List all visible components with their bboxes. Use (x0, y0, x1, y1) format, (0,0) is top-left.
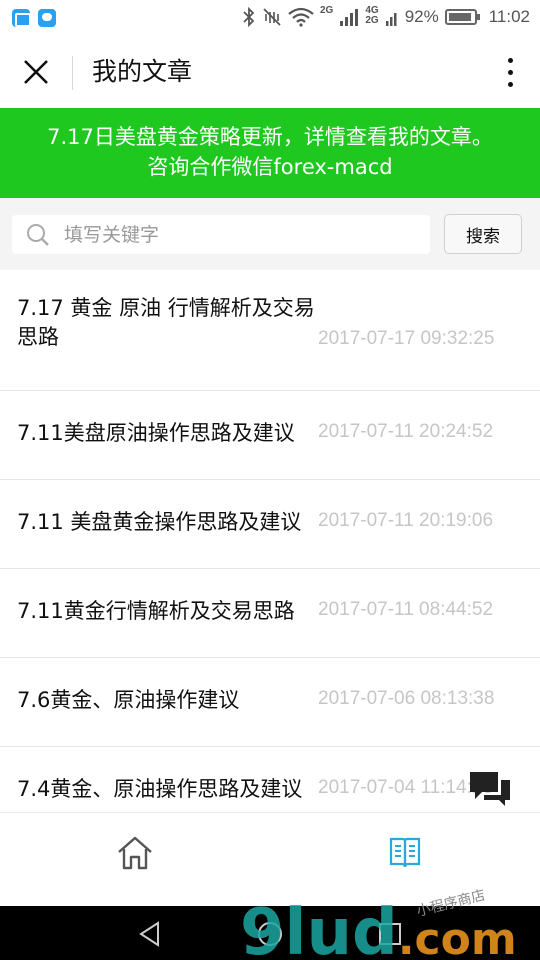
article-title: 7.4黄金、原油操作思路及建议 (17, 777, 303, 801)
article-title: 7.11黄金行情解析及交易思路 (17, 599, 295, 623)
article-title: 7.17 黄金 原油 行情解析及交易思路 (17, 296, 315, 349)
tab-my-articles[interactable] (385, 833, 425, 873)
page-title: 我的文章 (92, 57, 193, 86)
network-type-label: 2G (365, 15, 379, 26)
home-circle-icon[interactable] (256, 920, 284, 948)
home-icon (118, 836, 152, 870)
more-dot-icon (507, 81, 513, 87)
gallery-icon (12, 9, 31, 27)
article-row[interactable]: 7.6黄金、原油操作建议 2017-07-06 08:13:38 (0, 658, 540, 747)
search-input[interactable] (64, 215, 424, 254)
article-date: 2017-07-11 08:44:52 (318, 599, 494, 620)
article-title: 7.6黄金、原油操作建议 (17, 688, 240, 712)
more-dot-icon (507, 69, 513, 75)
battery-percent: 92% (404, 7, 439, 26)
article-book-icon (389, 837, 421, 868)
vibrate-off-icon (262, 6, 282, 28)
article-date: 2017-07-11 20:24:52 (318, 421, 494, 442)
more-dot-icon (507, 57, 513, 63)
customer-service-button[interactable] (468, 770, 512, 810)
article-date: 2017-07-06 08:13:38 (318, 688, 495, 709)
system-navigation-bar (0, 906, 540, 960)
search-box (12, 215, 430, 254)
recent-apps-icon[interactable] (376, 920, 404, 948)
notification-icons (12, 9, 56, 27)
banner-text: 7.17日美盘黄金策略更新，详情查看我的文章。咨询合作微信forex-macd (47, 125, 493, 179)
article-row[interactable]: 7.11 美盘黄金操作思路及建议 2017-07-11 20:19:06 (0, 480, 540, 569)
search-button[interactable]: 搜索 (444, 214, 522, 254)
article-date: 2017-07-04 11:14:18 (318, 777, 494, 798)
more-menu-button[interactable] (498, 52, 522, 92)
article-date: 2017-07-17 09:32:25 (318, 328, 495, 349)
status-bar: 2G 4G 2G 92% 11:02 (0, 0, 540, 36)
close-button[interactable] (14, 52, 58, 92)
signal-icon (339, 6, 359, 28)
battery-fill (448, 13, 471, 21)
search-bar: 搜索 (0, 198, 540, 270)
system-indicators: 2G 4G 2G 92% 11:02 (242, 6, 530, 28)
signal-icon (385, 6, 399, 28)
clock: 11:02 (488, 7, 530, 26)
article-row[interactable]: 7.11美盘原油操作思路及建议 2017-07-11 20:24:52 (0, 391, 540, 480)
article-title: 7.11 美盘黄金操作思路及建议 (17, 510, 302, 534)
chat-bubbles-icon (470, 772, 510, 806)
article-row[interactable]: 7.11黄金行情解析及交易思路 2017-07-11 08:44:52 (0, 569, 540, 658)
article-date: 2017-07-11 20:19:06 (318, 510, 494, 531)
network-type-label: 2G (320, 5, 334, 16)
article-row[interactable]: 7.17 黄金 原油 行情解析及交易思路 2017-07-17 09:32:25 (0, 270, 540, 391)
wifi-icon (288, 6, 314, 28)
bottom-tab-bar (0, 812, 540, 906)
message-icon (38, 9, 56, 27)
search-icon (27, 224, 49, 246)
announcement-banner: 7.17日美盘黄金策略更新，详情查看我的文章。咨询合作微信forex-macd (0, 108, 540, 198)
tab-home[interactable] (115, 833, 155, 873)
bluetooth-icon (242, 6, 256, 28)
battery-icon (444, 9, 480, 25)
back-icon[interactable] (136, 920, 164, 948)
navigation-bar: 我的文章 (0, 36, 540, 108)
nav-divider (72, 56, 73, 90)
close-icon (24, 60, 48, 84)
article-title: 7.11美盘原油操作思路及建议 (17, 421, 295, 445)
article-list: 7.17 黄金 原油 行情解析及交易思路 2017-07-17 09:32:25… (0, 270, 540, 836)
